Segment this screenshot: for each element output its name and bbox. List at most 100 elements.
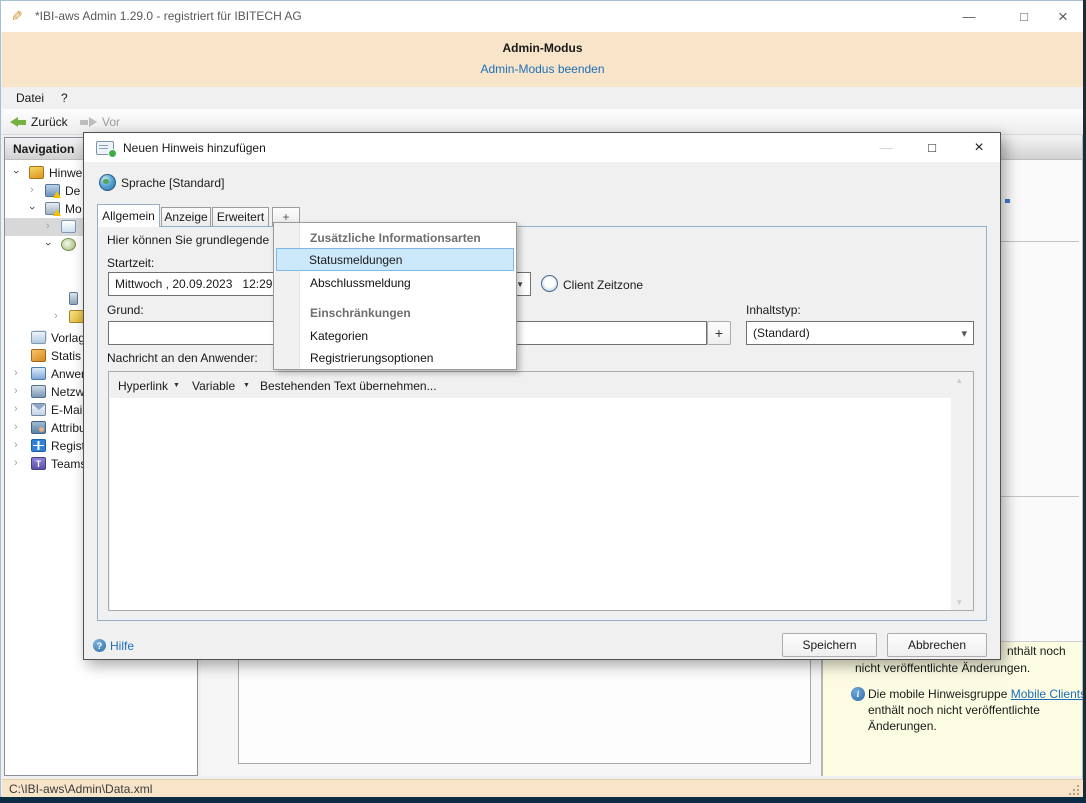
forward-arrow-icon (80, 117, 97, 128)
sidebar-item-label: Mo (65, 202, 82, 216)
minimize-button[interactable]: — (949, 1, 989, 32)
sidebar-item-label: De (65, 184, 81, 198)
menu-header-einschraenkungen: Einschränkungen (310, 306, 411, 320)
anwendungen-icon (31, 367, 46, 380)
chevron-right-icon[interactable]: › (14, 367, 18, 379)
scroll-down-icon[interactable]: ▾ (957, 597, 962, 608)
inhaltstyp-select[interactable]: (Standard) ▾ (746, 321, 974, 345)
editor-scrollbar[interactable]: ▴ ▾ (951, 373, 972, 610)
sidebar-item-label: Statis (51, 349, 82, 363)
menu-item-label: Statusmeldungen (309, 253, 403, 267)
screen-edge-bottom (0, 797, 1086, 803)
dialog-title: Neuen Hinweis hinzufügen (123, 141, 266, 155)
dialog-title-bar: Neuen Hinweis hinzufügen — □ × (84, 133, 1000, 162)
menu-item-registrierungsoptionen[interactable]: Registrierungsoptionen (310, 351, 433, 366)
combo-arrow-icon[interactable]: ▼ (516, 280, 524, 289)
sidebar-item-label: Vorlag (51, 331, 86, 345)
tab-erweitert[interactable]: Erweitert (212, 207, 269, 226)
sidebar-item-label: Regist (51, 439, 86, 453)
admin-mode-title: Admin-Modus (502, 41, 583, 55)
inhaltstyp-value: (Standard) (753, 326, 810, 340)
menu-help[interactable]: ? (61, 91, 68, 105)
startzeit-value: Mittwoch , 20.09.2023 12:29 (115, 277, 273, 291)
menu-datei[interactable]: Datei (16, 91, 44, 105)
close-button[interactable]: × (1043, 1, 1083, 32)
client-timezone-label: Client Zeitzone (563, 278, 644, 292)
grund-add-button[interactable]: + (707, 321, 731, 345)
message-editor: Hyperlink ▼ Variable ▼ Bestehenden Text … (108, 371, 974, 611)
cancel-button[interactable]: Abbrechen (887, 633, 987, 657)
add-tab-dropdown-menu: Zusätzliche Informationsarten Statusmeld… (273, 222, 517, 370)
chevron-down-icon[interactable]: ▾ (961, 327, 967, 340)
hinweise-icon (29, 166, 44, 179)
notification1-fragment-line2: nicht veröffentlichte Änderungen. (855, 661, 1031, 675)
hidden-link-fragment (1005, 199, 1010, 203)
chevron-right-icon[interactable]: › (30, 184, 34, 196)
app-icon: ✎ (11, 8, 23, 24)
dialog-neuer-hinweis: Neuen Hinweis hinzufügen — □ × Sprache [… (83, 132, 1001, 660)
save-button[interactable]: Speichern (782, 633, 877, 657)
tag-icon (69, 310, 84, 323)
statistik-icon (31, 349, 46, 362)
netzwerk-icon (31, 385, 46, 398)
status-path: C:\IBI-aws\Admin\Data.xml (9, 782, 153, 796)
help-link[interactable]: Hilfe (110, 639, 134, 653)
sidebar-item-label: Netzw (51, 385, 85, 399)
editor-uebernehmen-button[interactable]: Bestehenden Text übernehmen... (260, 379, 437, 393)
chevron-down-icon[interactable]: ▼ (243, 382, 250, 389)
dialog-close-button[interactable]: × (964, 133, 994, 162)
maximize-button[interactable]: □ (1004, 1, 1044, 32)
sidebar-item-label: Teams (51, 457, 87, 471)
chevron-right-icon[interactable]: › (46, 220, 50, 232)
menu-item-abschlussmeldung[interactable]: Abschlussmeldung (310, 276, 411, 291)
dialog-minimize-button[interactable]: — (871, 133, 901, 162)
notification2-line3: Änderungen. (868, 719, 937, 733)
add-note-icon (96, 141, 117, 158)
chevron-right-icon[interactable]: › (14, 385, 18, 397)
grund-label: Grund: (107, 303, 144, 317)
chevron-down-icon[interactable]: › (10, 170, 22, 174)
chevron-right-icon[interactable]: › (54, 310, 58, 322)
help-icon: ? (93, 639, 106, 652)
chevron-down-icon[interactable]: › (42, 242, 54, 246)
admin-mode-banner: Admin-Modus Admin-Modus beenden (2, 32, 1083, 87)
phone-icon (69, 292, 78, 305)
nachricht-label: Nachricht an den Anwender: (107, 351, 258, 365)
sidebar-item-label: E-Mail (51, 403, 86, 417)
menu-bar: Datei ? (2, 87, 1083, 109)
notification-panel: nthält noch nicht veröffentlichte Änderu… (822, 641, 1086, 776)
chevron-right-icon[interactable]: › (14, 439, 18, 451)
editor-variable-button[interactable]: Variable (192, 379, 235, 393)
forward-button[interactable]: Vor (102, 115, 120, 129)
navigation-header-label: Navigation (13, 142, 75, 156)
hinweis-bubble-icon (61, 220, 76, 233)
resize-grip[interactable] (1068, 784, 1079, 795)
tab-anzeige[interactable]: Anzeige (161, 207, 211, 226)
admin-mode-exit-link[interactable]: Admin-Modus beenden (2, 62, 1083, 76)
message-textarea[interactable] (110, 398, 951, 610)
startzeit-label: Startzeit: (107, 256, 155, 270)
scroll-up-icon[interactable]: ▴ (957, 375, 962, 386)
dialog-maximize-button[interactable]: □ (917, 133, 947, 162)
title-bar: ✎ *IBI-aws Admin 1.29.0 - registriert fü… (1, 1, 1084, 32)
tab-allgemein[interactable]: Allgemein (97, 204, 160, 227)
back-arrow-icon (10, 117, 27, 128)
editor-hyperlink-button[interactable]: Hyperlink (118, 379, 168, 393)
chevron-right-icon[interactable]: › (14, 457, 18, 469)
vorlagen-icon (31, 331, 46, 344)
chevron-right-icon[interactable]: › (14, 421, 18, 433)
back-button[interactable]: Zurück (31, 115, 68, 129)
menu-item-kategorien[interactable]: Kategorien (310, 329, 368, 344)
chevron-down-icon[interactable]: ▼ (173, 382, 180, 389)
inhaltstyp-label: Inhaltstyp: (746, 303, 801, 317)
clock-icon (61, 238, 76, 251)
chevron-right-icon[interactable]: › (14, 403, 18, 415)
menu-gutter (274, 223, 300, 369)
mobile-clients-link[interactable]: Mobile Clients (1011, 687, 1086, 701)
menu-item-statusmeldungen[interactable]: Statusmeldungen (276, 248, 514, 271)
attribute-icon (31, 421, 46, 434)
notification2-line1: Die mobile Hinweisgruppe Mobile Clients (868, 687, 1086, 701)
chevron-down-icon[interactable]: › (26, 206, 38, 210)
teams-icon: T (31, 457, 46, 470)
status-bar: C:\IBI-aws\Admin\Data.xml (2, 779, 1083, 798)
